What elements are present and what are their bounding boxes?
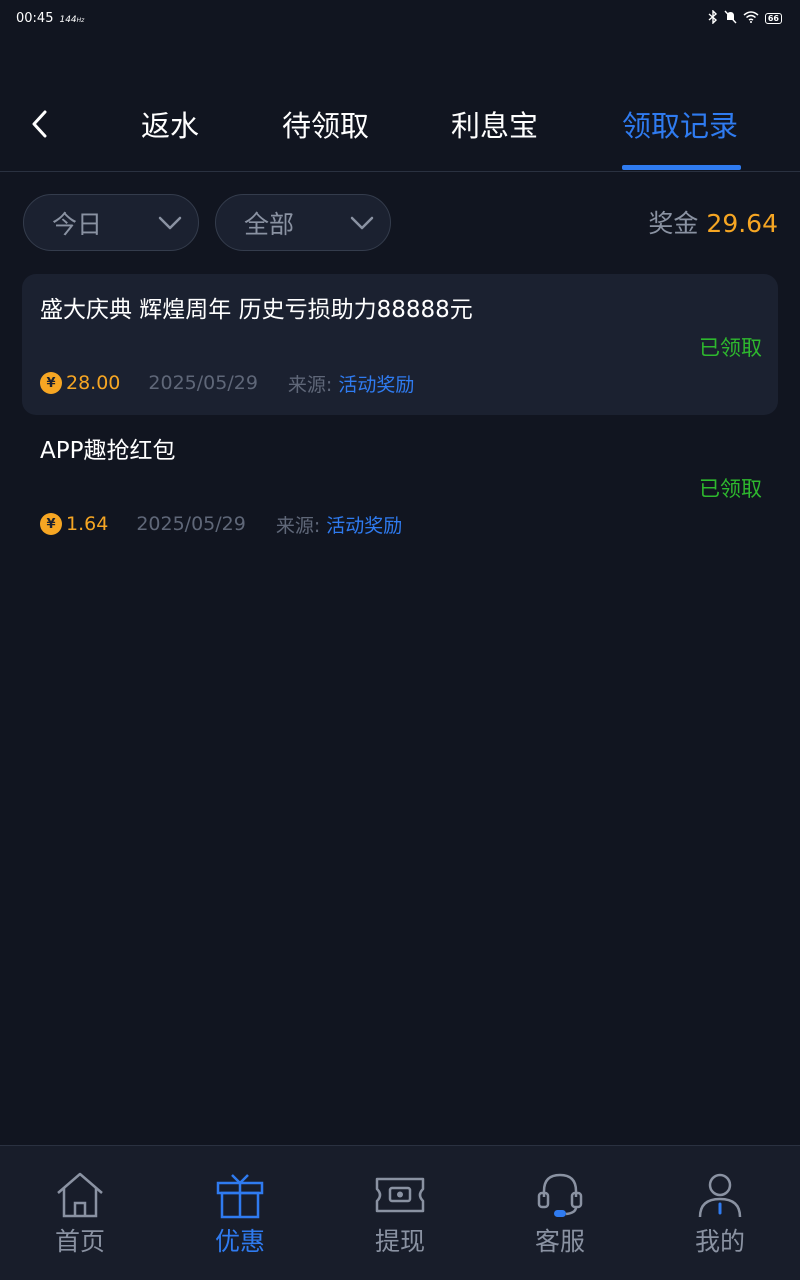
tab-claim-records[interactable]: 领取记录 <box>622 106 738 146</box>
bottom-nav: 首页 优惠 提现 客服 我的 <box>0 1145 800 1280</box>
record-item: 盛大庆典 辉煌周年 历史亏损助力88888元 已领取 ¥ 28.00 2025/… <box>22 274 778 415</box>
active-tab-indicator <box>622 165 741 170</box>
record-source-value: 活动奖励 <box>338 373 415 396</box>
record-amount: 28.00 <box>66 372 121 394</box>
period-dropdown-value: 今日 <box>52 209 103 239</box>
record-title: APP趣抢红包 <box>40 438 176 464</box>
chevron-left-icon <box>32 110 47 138</box>
bonus-label: 奖金 <box>648 209 699 238</box>
record-source-label: 来源: <box>275 514 321 537</box>
user-icon <box>693 1170 747 1220</box>
record-source-value: 活动奖励 <box>326 514 403 537</box>
back-button[interactable] <box>24 104 54 144</box>
nav-label: 提现 <box>374 1227 425 1256</box>
record-status: 已领取 <box>699 477 762 501</box>
nav-label: 我的 <box>694 1227 745 1256</box>
record-meta: ¥ 1.64 2025/05/29 来源: 活动奖励 <box>40 511 402 537</box>
headset-icon <box>533 1170 587 1220</box>
bonus-value: 29.64 <box>706 209 778 238</box>
nav-label: 优惠 <box>214 1227 265 1256</box>
record-date: 2025/05/29 <box>148 372 258 394</box>
bluetooth-icon <box>708 8 718 27</box>
nav-label: 首页 <box>54 1227 105 1256</box>
record-date: 2025/05/29 <box>136 513 246 535</box>
mute-icon <box>724 10 737 27</box>
battery-indicator: 66 <box>764 12 782 24</box>
chevron-down-icon <box>350 216 374 229</box>
tab-rebate[interactable]: 返水 <box>141 106 199 146</box>
nav-label: 客服 <box>534 1227 585 1256</box>
nav-promotions[interactable]: 优惠 <box>160 1146 320 1280</box>
nav-support[interactable]: 客服 <box>480 1146 640 1280</box>
record-amount: 1.64 <box>66 513 109 535</box>
home-icon <box>53 1170 107 1220</box>
chevron-down-icon <box>158 216 182 229</box>
status-time: 00:45 <box>16 10 54 26</box>
category-dropdown-value: 全部 <box>244 209 295 239</box>
record-item: APP趣抢红包 已领取 ¥ 1.64 2025/05/29 来源: 活动奖励 <box>22 415 778 556</box>
record-status: 已领取 <box>699 336 762 360</box>
category-dropdown[interactable]: 全部 <box>215 194 391 251</box>
status-bar: 00:45 144Hz 66 <box>0 0 800 36</box>
wifi-icon <box>743 10 759 26</box>
nav-withdraw[interactable]: 提现 <box>320 1146 480 1280</box>
record-source-label: 来源: <box>287 373 333 396</box>
header: 返水 待领取 利息宝 领取记录 <box>0 82 800 172</box>
gift-icon <box>213 1170 267 1220</box>
ticket-icon <box>373 1170 427 1220</box>
coin-icon: ¥ <box>40 513 62 535</box>
nav-profile[interactable]: 我的 <box>640 1146 800 1280</box>
tab-pending[interactable]: 待领取 <box>282 106 369 146</box>
bonus-total: 奖金 29.64 <box>648 204 778 240</box>
period-dropdown[interactable]: 今日 <box>23 194 199 251</box>
tab-interest[interactable]: 利息宝 <box>451 106 538 146</box>
record-title: 盛大庆典 辉煌周年 历史亏损助力88888元 <box>40 297 473 323</box>
refresh-rate: 144Hz <box>59 14 85 25</box>
coin-icon: ¥ <box>40 372 62 394</box>
nav-home[interactable]: 首页 <box>0 1146 160 1280</box>
record-meta: ¥ 28.00 2025/05/29 来源: 活动奖励 <box>40 370 414 396</box>
